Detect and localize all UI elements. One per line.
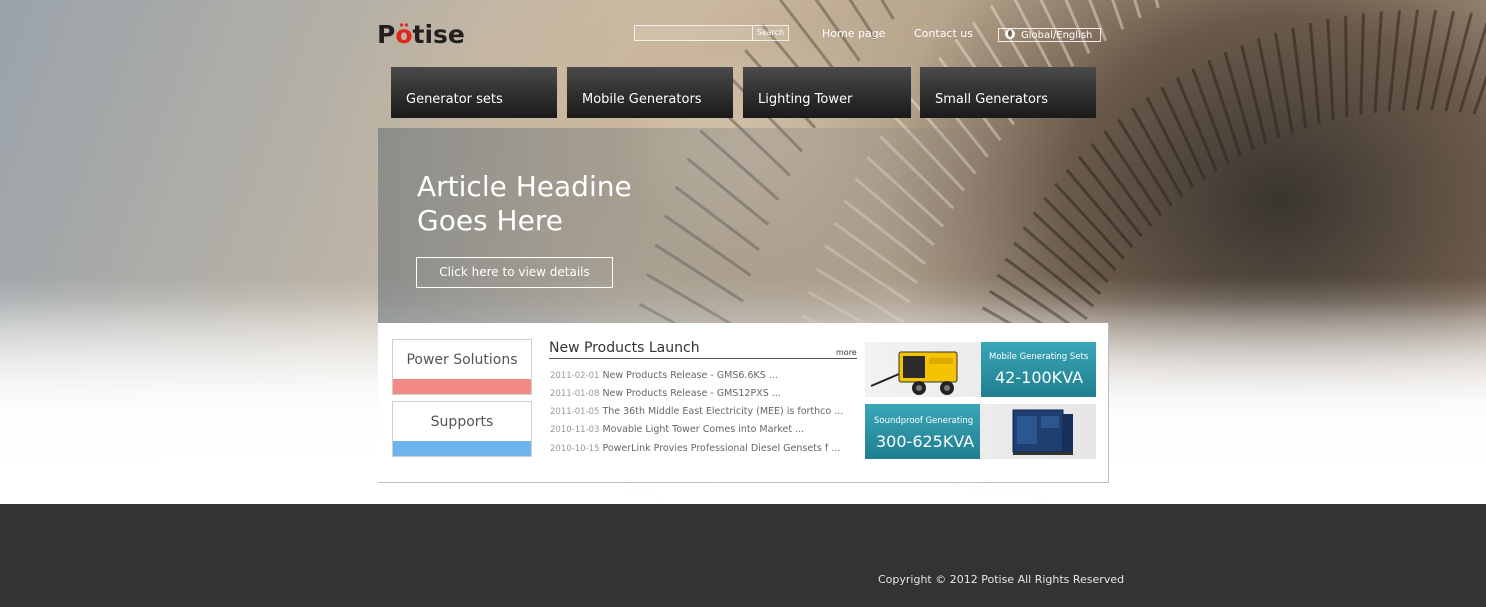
- news-item[interactable]: 2011-02-01 New Products Release - GMS6.6…: [550, 370, 845, 381]
- news-date: 2011-01-08: [550, 389, 600, 399]
- news-item[interactable]: 2010-11-03 Movable Light Tower Comes int…: [550, 424, 845, 435]
- turbine-blade: [1326, 19, 1335, 121]
- news-date: 2011-02-01: [550, 371, 600, 381]
- search-input[interactable]: [635, 26, 752, 40]
- turbine-blade: [1308, 22, 1321, 125]
- news-text: New Products Release - GMS12PXS ...: [602, 388, 781, 399]
- news-date: 2010-11-03: [550, 425, 600, 435]
- nav-tab-mobile-generators[interactable]: Mobile Generators: [567, 67, 733, 118]
- turbine-blade: [880, 0, 895, 20]
- nav-tab-small-generators[interactable]: Small Generators: [920, 67, 1096, 118]
- promo-subtitle: Soundproof Generating: [874, 416, 974, 426]
- search-box: Search: [634, 25, 789, 41]
- logo-text: P: [377, 20, 396, 49]
- soundproof-generator-icon: [1012, 409, 1073, 455]
- promo-mobile-generating-sets[interactable]: Mobile Generating Sets 42-100KVA: [865, 342, 1096, 397]
- power-solutions-accent-bar: [393, 379, 531, 394]
- supports-accent-bar: [393, 441, 531, 456]
- turbine-blade: [1207, 59, 1243, 157]
- news-date: 2010-10-15: [550, 444, 600, 454]
- copyright-text: Copyright © 2012 Potise All Rights Reser…: [878, 573, 1125, 586]
- promo-teal-panel: Mobile Generating Sets 42-100KVA: [981, 342, 1096, 397]
- more-link[interactable]: more: [836, 348, 857, 357]
- supports-label: Supports: [430, 414, 494, 430]
- news-item[interactable]: 2011-01-08 New Products Release - GMS12P…: [550, 388, 845, 399]
- news-section-title: New Products Launch: [549, 340, 700, 356]
- nav-tab-lighting-tower[interactable]: Lighting Tower: [743, 67, 911, 118]
- contact-us-link[interactable]: Contact us: [914, 27, 973, 40]
- turbine-blade: [1401, 9, 1419, 111]
- turbine-blade: [1175, 77, 1218, 172]
- language-selector[interactable]: Global/English: [998, 28, 1101, 42]
- home-page-link[interactable]: Home page: [822, 27, 885, 40]
- news-text: Movable Light Tower Comes into Market ..…: [602, 424, 805, 435]
- turbine-blade: [1415, 9, 1437, 111]
- article-headline: Article Headine Goes Here: [417, 170, 717, 238]
- news-text: New Products Release - GMS6.6KS ...: [602, 370, 778, 381]
- brand-logo[interactable]: Pötise: [377, 20, 465, 49]
- promo-range: 42-100KVA: [995, 368, 1084, 387]
- turbine-blade: [1387, 10, 1401, 112]
- turbine-blade: [1223, 51, 1255, 151]
- turbine-blade: [1291, 27, 1308, 129]
- logo-text: tise: [412, 20, 465, 49]
- promo-teal-panel: Soundproof Generating 300-625KVA: [865, 404, 980, 459]
- power-solutions-button[interactable]: Power Solutions: [392, 339, 532, 395]
- turbine-blade: [1273, 32, 1294, 134]
- turbine-blade: [1373, 11, 1383, 113]
- mobile-generator-icon: [870, 351, 958, 395]
- headline-line: Goes Here: [417, 204, 563, 237]
- search-button[interactable]: Search: [752, 26, 788, 40]
- nav-tab-generator-sets[interactable]: Generator sets: [391, 67, 557, 118]
- news-text: The 36th Middle East Electricity (MEE) i…: [602, 406, 844, 417]
- headline-line: Article Headine: [417, 170, 632, 203]
- supports-button[interactable]: Supports: [392, 401, 532, 457]
- turbine-blade: [1359, 13, 1365, 115]
- news-divider: [549, 358, 857, 359]
- language-label: Global/English: [1021, 30, 1093, 41]
- news-text: PowerLink Provies Professional Diesel Ge…: [602, 443, 841, 454]
- turbine-blade: [1191, 68, 1230, 165]
- promo-soundproof-generating[interactable]: Soundproof Generating 300-625KVA: [865, 404, 1096, 459]
- turbine-blade: [1344, 15, 1349, 118]
- power-solutions-label: Power Solutions: [406, 352, 518, 368]
- view-details-button[interactable]: Click here to view details: [416, 257, 613, 288]
- turbine-blade: [1458, 21, 1486, 113]
- promo-subtitle: Mobile Generating Sets: [989, 352, 1089, 362]
- globe-icon: [1005, 29, 1015, 39]
- news-date: 2011-01-05: [550, 407, 600, 417]
- news-item[interactable]: 2010-10-15 PowerLink Provies Professiona…: [550, 443, 845, 454]
- logo-accent: ö: [395, 20, 413, 49]
- promo-range: 300-625KVA: [876, 432, 975, 451]
- footer: [0, 504, 1486, 607]
- news-item[interactable]: 2011-01-05 The 36th Middle East Electric…: [550, 406, 845, 417]
